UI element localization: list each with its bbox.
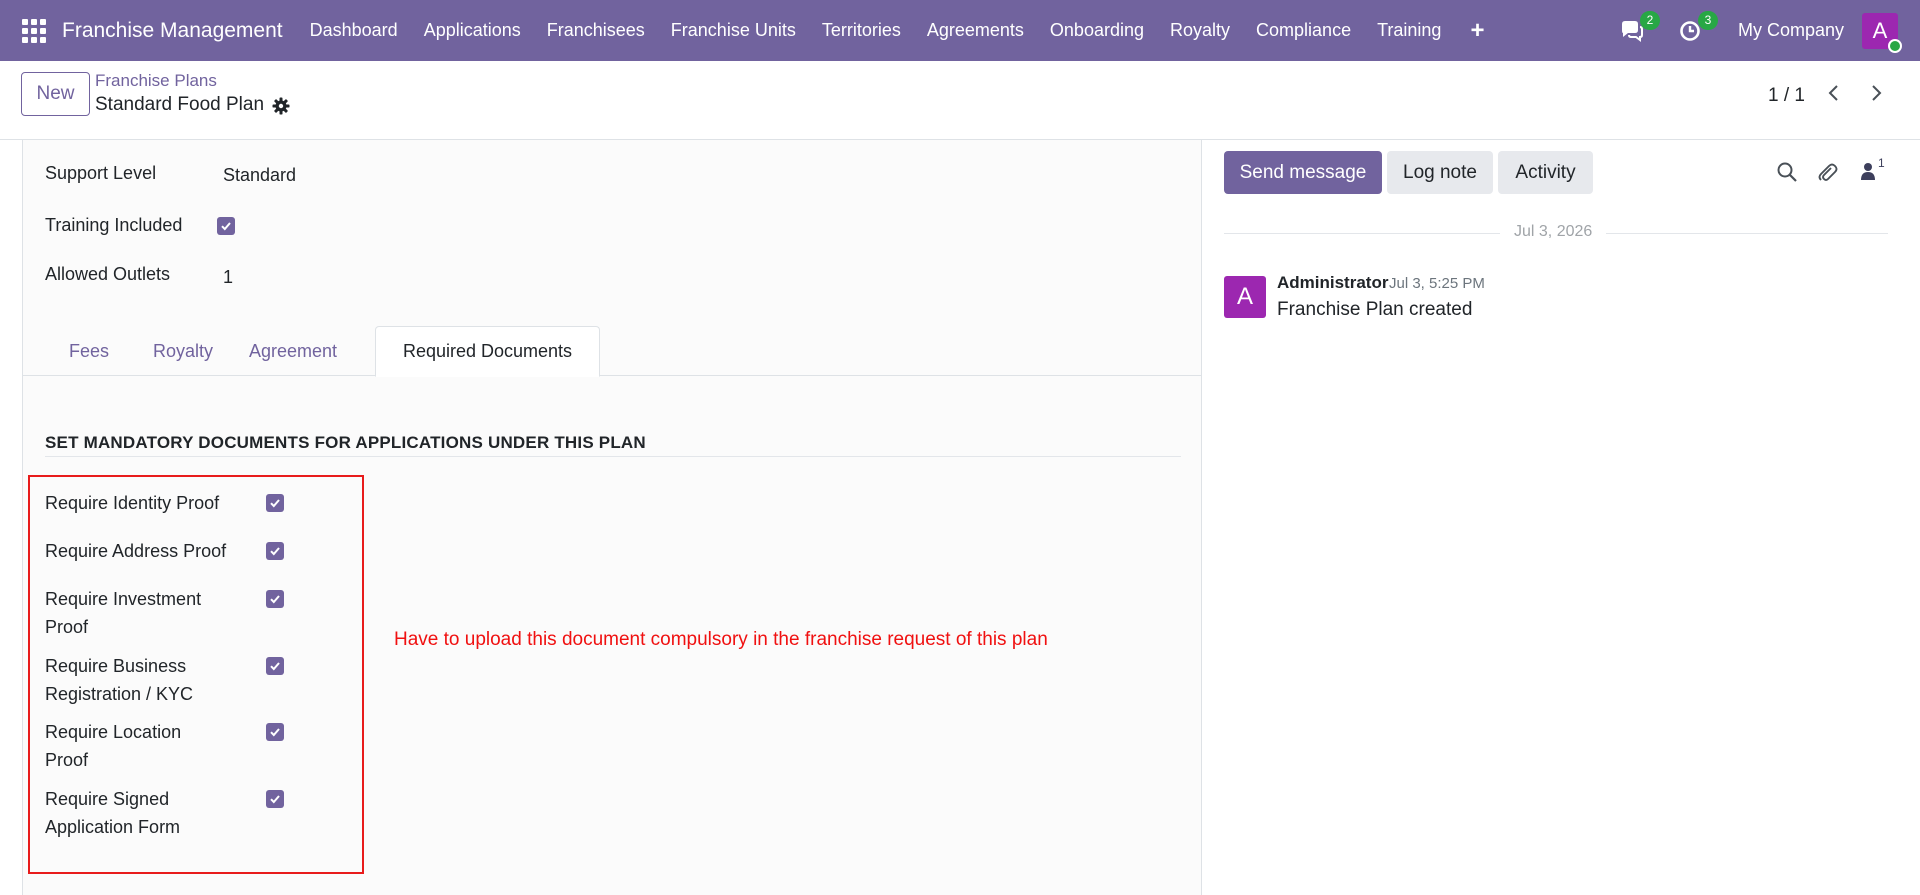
paperclip-icon[interactable] <box>1816 161 1838 183</box>
apps-menu-icon[interactable] <box>22 18 46 43</box>
check-icon <box>270 728 280 737</box>
message-author: Administrator <box>1277 273 1389 292</box>
check-icon <box>270 547 280 556</box>
menu-territories[interactable]: Territories <box>809 20 914 41</box>
support-level-label: Support Level <box>45 163 157 183</box>
menu-agreements[interactable]: Agreements <box>914 20 1037 41</box>
main-menu: Dashboard Applications Franchisees Franc… <box>297 18 1499 43</box>
doc-label-business: Require Business Registration / KYC <box>45 652 245 708</box>
allowed-outlets-field[interactable]: 1 <box>223 267 233 288</box>
check-icon <box>270 662 280 671</box>
section-divider <box>45 456 1181 457</box>
doc-label-line1: Require Signed <box>45 789 170 809</box>
check-icon <box>270 795 280 804</box>
tab-royalty[interactable]: Royalty <box>133 326 233 376</box>
doc-label-location: Require Location Proof <box>45 718 245 774</box>
new-button[interactable]: New <box>21 72 90 116</box>
followers-button[interactable]: 1 <box>1860 156 1890 183</box>
require-investment-proof-checkbox[interactable] <box>266 590 284 608</box>
record-title: Standard Food Plan <box>95 94 265 115</box>
followers-count: 1 <box>1878 156 1885 170</box>
systray: 2 3 My Company A <box>1618 0 1920 61</box>
menu-compliance[interactable]: Compliance <box>1243 20 1364 41</box>
activity-button[interactable]: Activity <box>1498 151 1593 194</box>
require-address-proof-checkbox[interactable] <box>266 542 284 560</box>
tab-fees[interactable]: Fees <box>45 326 133 376</box>
app-title[interactable]: Franchise Management <box>62 19 283 43</box>
check-icon <box>221 222 231 231</box>
date-separator: Jul 3, 2026 <box>1500 223 1607 241</box>
doc-label-line1: Require Location <box>45 722 182 742</box>
send-message-button[interactable]: Send message <box>1224 151 1382 194</box>
company-switcher[interactable]: My Company <box>1738 20 1844 41</box>
doc-label-address: Require Address Proof <box>45 537 245 565</box>
menu-franchisees[interactable]: Franchisees <box>534 20 658 41</box>
top-navbar: Franchise Management Dashboard Applicati… <box>0 0 1920 61</box>
check-icon <box>270 499 280 508</box>
form-sheet: Support Level Standard Training Included… <box>22 140 1203 895</box>
control-panel: New Franchise Plans Standard Food Plan 1… <box>0 61 1920 140</box>
message-timestamp: Jul 3, 5:25 PM <box>1389 275 1485 292</box>
pager-value: 1 / 1 <box>1768 85 1805 106</box>
online-status-dot <box>1888 38 1902 53</box>
training-included-checkbox[interactable] <box>217 217 235 235</box>
messages-button[interactable]: 2 <box>1618 10 1660 45</box>
doc-label-line2: Proof <box>45 617 89 637</box>
section-title: SET MANDATORY DOCUMENTS FOR APPLICATIONS… <box>45 433 646 452</box>
doc-label-investment: Require Investment Proof <box>45 585 245 641</box>
require-signed-form-checkbox[interactable] <box>266 790 284 808</box>
doc-label-line2: Registration / KYC <box>45 684 194 704</box>
doc-label-line1: Require Business <box>45 656 187 676</box>
messages-badge: 2 <box>1639 10 1660 30</box>
doc-label-line2: Application Form <box>45 817 181 837</box>
require-identity-proof-checkbox[interactable] <box>266 494 284 512</box>
message-author-avatar[interactable]: A <box>1224 276 1266 318</box>
doc-label-line1: Require Identity Proof <box>45 493 220 513</box>
chevron-left-icon[interactable] <box>1824 83 1844 103</box>
chatter-panel: Send message Log note Activity 1 Jul 3, … <box>1202 140 1920 895</box>
chevron-right-icon[interactable] <box>1866 83 1886 103</box>
menu-training[interactable]: Training <box>1364 20 1454 41</box>
user-avatar[interactable]: A <box>1862 12 1902 53</box>
menu-franchise-units[interactable]: Franchise Units <box>658 20 809 41</box>
training-included-label: Training Included <box>45 215 183 235</box>
allowed-outlets-label: Allowed Outlets <box>45 264 171 284</box>
require-location-proof-checkbox[interactable] <box>266 723 284 741</box>
require-business-registration-checkbox[interactable] <box>266 657 284 675</box>
doc-label-line1: Require Address Proof <box>45 541 227 561</box>
menu-royalty[interactable]: Royalty <box>1157 20 1243 41</box>
log-note-button[interactable]: Log note <box>1387 151 1493 194</box>
doc-label-signed-form: Require Signed Application Form <box>45 785 245 841</box>
search-icon[interactable] <box>1776 161 1798 183</box>
breadcrumb-parent[interactable]: Franchise Plans <box>95 71 217 91</box>
message-body: Franchise Plan created <box>1277 299 1473 320</box>
doc-label-identity: Require Identity Proof <box>45 489 245 517</box>
notebook-tabs: Fees Royalty Agreement Required Document… <box>23 326 1203 377</box>
menu-dashboard[interactable]: Dashboard <box>297 20 411 41</box>
annotation-note: Have to upload this document compulsory … <box>394 629 1048 650</box>
tab-required-documents[interactable]: Required Documents <box>375 326 600 377</box>
gear-icon[interactable] <box>272 97 290 115</box>
menu-applications[interactable]: Applications <box>411 20 534 41</box>
activities-button[interactable]: 3 <box>1676 10 1718 45</box>
user-avatar-initial: A <box>1872 17 1888 43</box>
support-level-field[interactable]: Standard <box>223 165 296 186</box>
doc-label-line1: Require Investment <box>45 589 202 609</box>
doc-label-line2: Proof <box>45 750 89 770</box>
activities-badge: 3 <box>1697 10 1718 30</box>
check-icon <box>270 595 280 604</box>
tab-agreement[interactable]: Agreement <box>233 326 353 376</box>
user-icon <box>1861 163 1875 180</box>
plus-icon[interactable]: + <box>1454 18 1498 43</box>
menu-onboarding[interactable]: Onboarding <box>1037 20 1157 41</box>
